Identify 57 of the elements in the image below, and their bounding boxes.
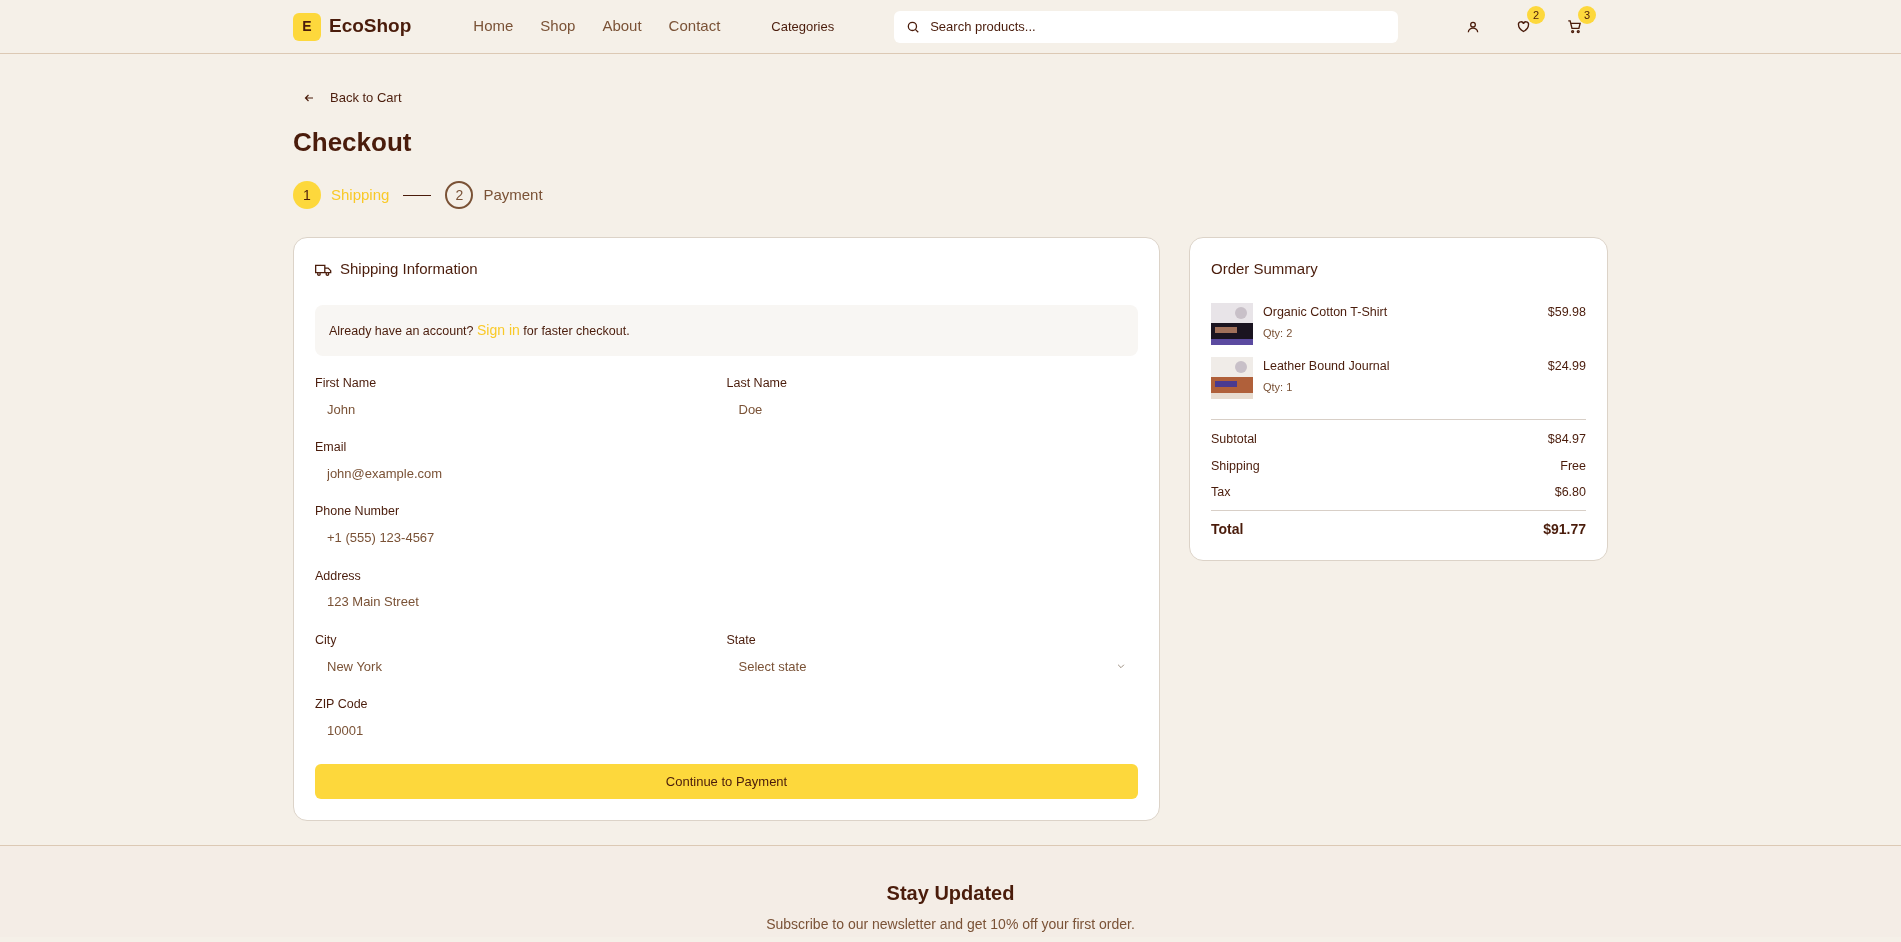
- total-label: Subtotal: [1211, 430, 1257, 448]
- input-field[interactable]: Doe: [726, 396, 1138, 423]
- field-label: Email: [315, 439, 348, 457]
- nav-link[interactable]: About: [602, 15, 642, 38]
- logo-icon: E: [293, 12, 321, 41]
- step-number: 2: [445, 181, 474, 210]
- page-title: Checkout: [293, 127, 413, 159]
- item-name: Leather Bound Journal: [1263, 357, 1391, 375]
- input-field[interactable]: New York: [315, 653, 727, 680]
- continue-button[interactable]: Continue to Payment: [315, 764, 1138, 800]
- total-label: Tax: [1211, 484, 1231, 502]
- field-label: ZIP Code: [315, 696, 369, 714]
- search-icon: [906, 19, 921, 34]
- field-label: Address: [315, 567, 362, 585]
- state-select[interactable]: Select state: [726, 653, 1138, 680]
- input-field[interactable]: 123 Main Street: [315, 589, 727, 615]
- search-field[interactable]: Search products...: [894, 10, 1399, 43]
- truck-icon: [315, 262, 332, 277]
- total-value: $91.77: [1543, 520, 1586, 540]
- step-number: 1: [293, 181, 321, 210]
- input-field[interactable]: 10001: [315, 717, 727, 744]
- field-label: First Name: [315, 374, 378, 392]
- item-name: Organic Cotton T-Shirt: [1263, 303, 1389, 321]
- newsletter-title: Stay Updated: [885, 881, 1016, 907]
- signin-note: Already have an account? Sign in for faster checkout.: [315, 304, 1138, 356]
- cart-icon: [1567, 19, 1582, 34]
- item-price: $59.98: [1547, 303, 1586, 321]
- heart-icon: [1516, 19, 1531, 34]
- nav-link[interactable]: Shop: [540, 15, 576, 38]
- item-quantity: Qty: 1: [1263, 379, 1294, 395]
- total-value: Free: [1560, 457, 1586, 475]
- field-label: State: [726, 631, 757, 649]
- field-label: Phone Number: [315, 503, 401, 521]
- card-title: Shipping Information: [340, 259, 478, 280]
- card-title: Order Summary: [1211, 259, 1319, 280]
- total-value: $84.97: [1547, 430, 1586, 448]
- input-field[interactable]: +1 (555) 123-4567: [315, 525, 727, 551]
- brand-name: EcoShop: [329, 14, 412, 39]
- item-quantity: Qty: 2: [1263, 325, 1294, 341]
- total-label: Total: [1211, 520, 1244, 540]
- step-label: Payment: [483, 185, 543, 206]
- count-badge: 2: [1527, 6, 1545, 24]
- user-icon: [1466, 19, 1480, 34]
- input-field[interactable]: John: [315, 396, 727, 423]
- newsletter-text: Subscribe to our newsletter and get 10% off your first order.: [765, 916, 1136, 934]
- nav-link[interactable]: Contact: [668, 15, 721, 38]
- total-label: Shipping: [1211, 457, 1260, 475]
- nav-link[interactable]: Home: [473, 15, 514, 38]
- step-label: Shipping: [331, 185, 390, 206]
- input-field[interactable]: john@example.com: [315, 460, 727, 487]
- item-price: $24.99: [1547, 357, 1586, 375]
- field-label: City: [315, 631, 338, 649]
- back-link[interactable]: Back to Cart: [303, 88, 402, 108]
- field-label: Last Name: [726, 374, 788, 392]
- total-value: $6.80: [1554, 484, 1586, 502]
- categories-menu[interactable]: Categories: [771, 16, 835, 37]
- count-badge: 3: [1578, 6, 1596, 24]
